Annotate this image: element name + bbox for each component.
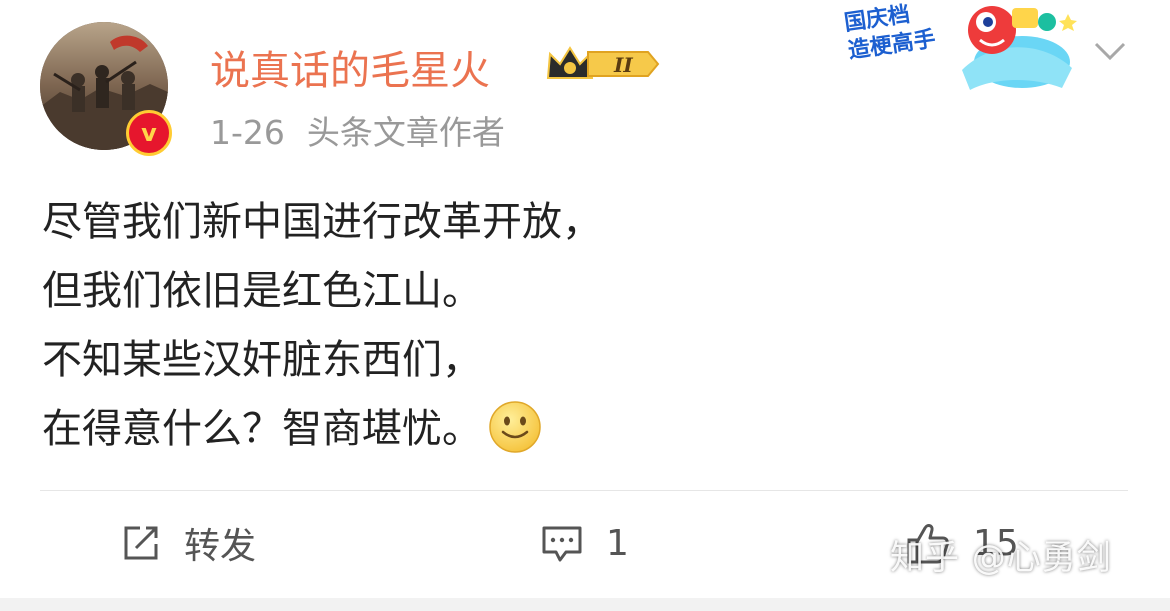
content-line: 尽管我们新中国进行改革开放， <box>42 199 602 245</box>
content-line: 不知某些汉奸脏东西们， <box>42 337 482 383</box>
post-meta: 1-26 头条文章作者 <box>210 106 505 154</box>
repost-button[interactable]: 转发 <box>120 518 256 568</box>
post-source: 头条文章作者 <box>306 113 505 152</box>
level-badge-text: II <box>613 53 633 77</box>
content-line: 但我们依旧是红色江山。 <box>42 268 482 314</box>
post-date: 1-26 <box>210 113 285 152</box>
content-line-text: 在得意什么？智商堪忧。 <box>42 406 482 452</box>
repost-label: 转发 <box>184 526 257 567</box>
username[interactable]: 说真话的毛星火 <box>210 38 490 96</box>
crown-level-badge-icon[interactable]: II <box>544 42 660 86</box>
comment-count: 1 <box>606 522 629 564</box>
divider <box>40 490 1128 491</box>
content-line-last: 在得意什么？智商堪忧。 <box>42 395 602 464</box>
chevron-down-icon[interactable] <box>1090 36 1130 66</box>
comment-button[interactable]: 1 <box>540 518 629 568</box>
repost-icon <box>124 526 158 560</box>
weibo-post-card: v 说真话的毛星火 II 1-26 头条文章作者 国庆档 造梗高手 尽管我们新中国… <box>0 0 1170 598</box>
zhihu-watermark: 知乎 @心勇剑 <box>890 538 1112 578</box>
verified-icon: v <box>126 110 172 156</box>
post-content: 尽管我们新中国进行改革开放， 但我们依旧是红色江山。 不知某些汉奸脏东西们， 在… <box>42 188 602 464</box>
comment-icon <box>542 526 582 562</box>
smile-emoji-icon <box>489 401 541 453</box>
bottom-separator <box>0 598 1170 611</box>
